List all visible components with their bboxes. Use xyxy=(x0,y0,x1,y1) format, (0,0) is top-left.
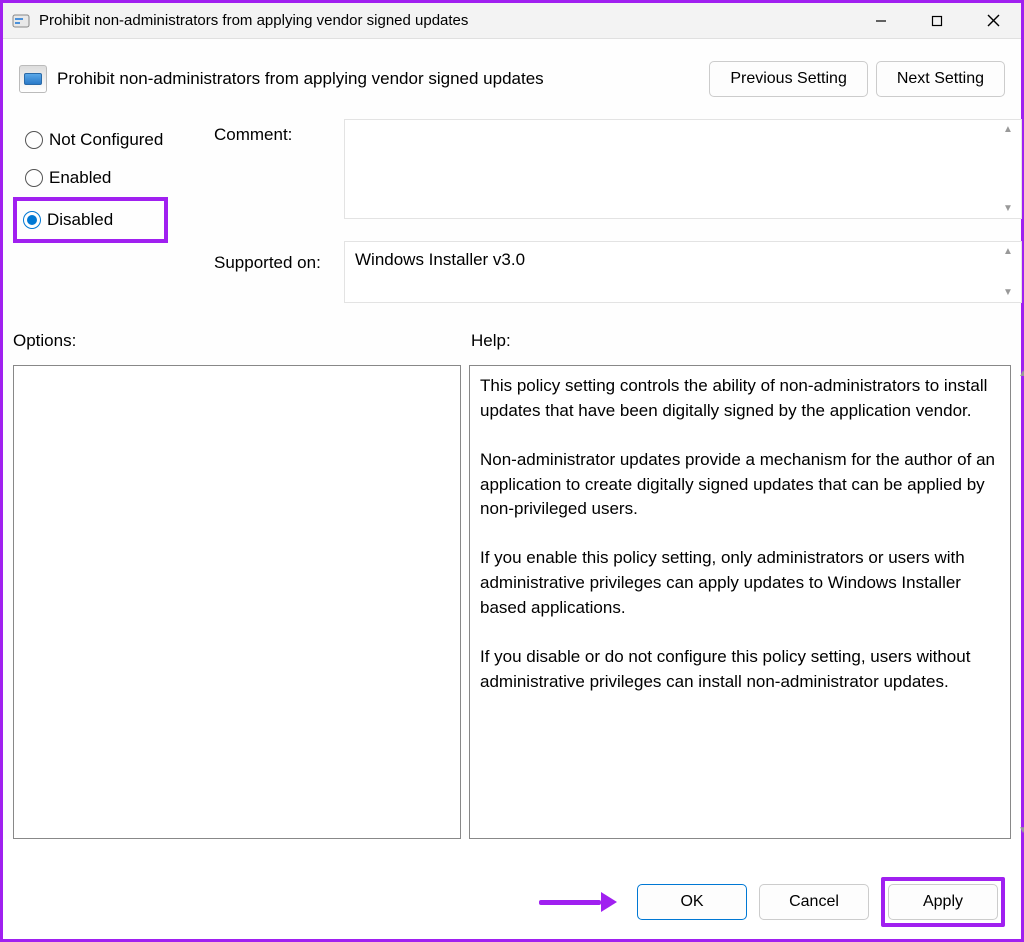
options-panel xyxy=(13,365,461,839)
policy-title: Prohibit non-administrators from applyin… xyxy=(57,69,699,89)
comment-textarea[interactable]: ▲ ▼ xyxy=(344,119,1022,219)
window-controls xyxy=(853,3,1021,38)
radio-disabled[interactable]: Disabled xyxy=(17,201,119,239)
cancel-button[interactable]: Cancel xyxy=(759,884,869,920)
radio-not-configured[interactable]: Not Configured xyxy=(19,121,214,159)
help-text: This policy setting controls the ability… xyxy=(470,366,1010,702)
policy-header: Prohibit non-administrators from applyin… xyxy=(3,39,1021,107)
comment-label: Comment: xyxy=(214,125,344,145)
previous-setting-button[interactable]: Previous Setting xyxy=(709,61,868,97)
radio-icon-checked xyxy=(23,211,41,229)
help-panel: This policy setting controls the ability… xyxy=(469,365,1011,839)
annotation-highlight-disabled: Disabled xyxy=(13,197,168,243)
window-title: Prohibit non-administrators from applyin… xyxy=(39,12,853,29)
policy-icon xyxy=(19,65,47,93)
apply-button[interactable]: Apply xyxy=(888,884,998,920)
help-label: Help: xyxy=(471,331,511,351)
radio-icon xyxy=(25,131,43,149)
scroll-up-icon[interactable]: ▲ xyxy=(999,246,1017,257)
scroll-down-icon[interactable]: ▼ xyxy=(999,203,1017,214)
maximize-button[interactable] xyxy=(909,3,965,38)
supported-on-value: Windows Installer v3.0 xyxy=(355,250,525,269)
titlebar: Prohibit non-administrators from applyin… xyxy=(3,3,1021,39)
supported-on-label: Supported on: xyxy=(214,253,344,273)
minimize-button[interactable] xyxy=(853,3,909,38)
scroll-up-icon[interactable]: ▲ xyxy=(1018,368,1024,379)
next-setting-button[interactable]: Next Setting xyxy=(876,61,1005,97)
radio-label: Enabled xyxy=(49,168,111,188)
annotation-highlight-apply: Apply xyxy=(881,877,1005,927)
annotation-arrow-icon xyxy=(539,892,617,912)
dialog-footer: OK Cancel Apply xyxy=(539,877,1005,927)
close-button[interactable] xyxy=(965,3,1021,38)
scroll-down-icon[interactable]: ▼ xyxy=(999,287,1017,298)
policy-editor-icon xyxy=(11,11,31,31)
radio-label: Disabled xyxy=(47,210,113,230)
radio-label: Not Configured xyxy=(49,130,163,150)
help-scrollbar[interactable]: ▲ ▼ xyxy=(1012,366,1024,838)
scroll-up-icon[interactable]: ▲ xyxy=(999,124,1017,135)
radio-enabled[interactable]: Enabled xyxy=(19,159,214,197)
radio-icon xyxy=(25,169,43,187)
options-label: Options: xyxy=(13,331,471,351)
supported-on-box: Windows Installer v3.0 ▲ ▼ xyxy=(344,241,1022,303)
scroll-down-icon[interactable]: ▼ xyxy=(1018,825,1024,836)
ok-button[interactable]: OK xyxy=(637,884,747,920)
